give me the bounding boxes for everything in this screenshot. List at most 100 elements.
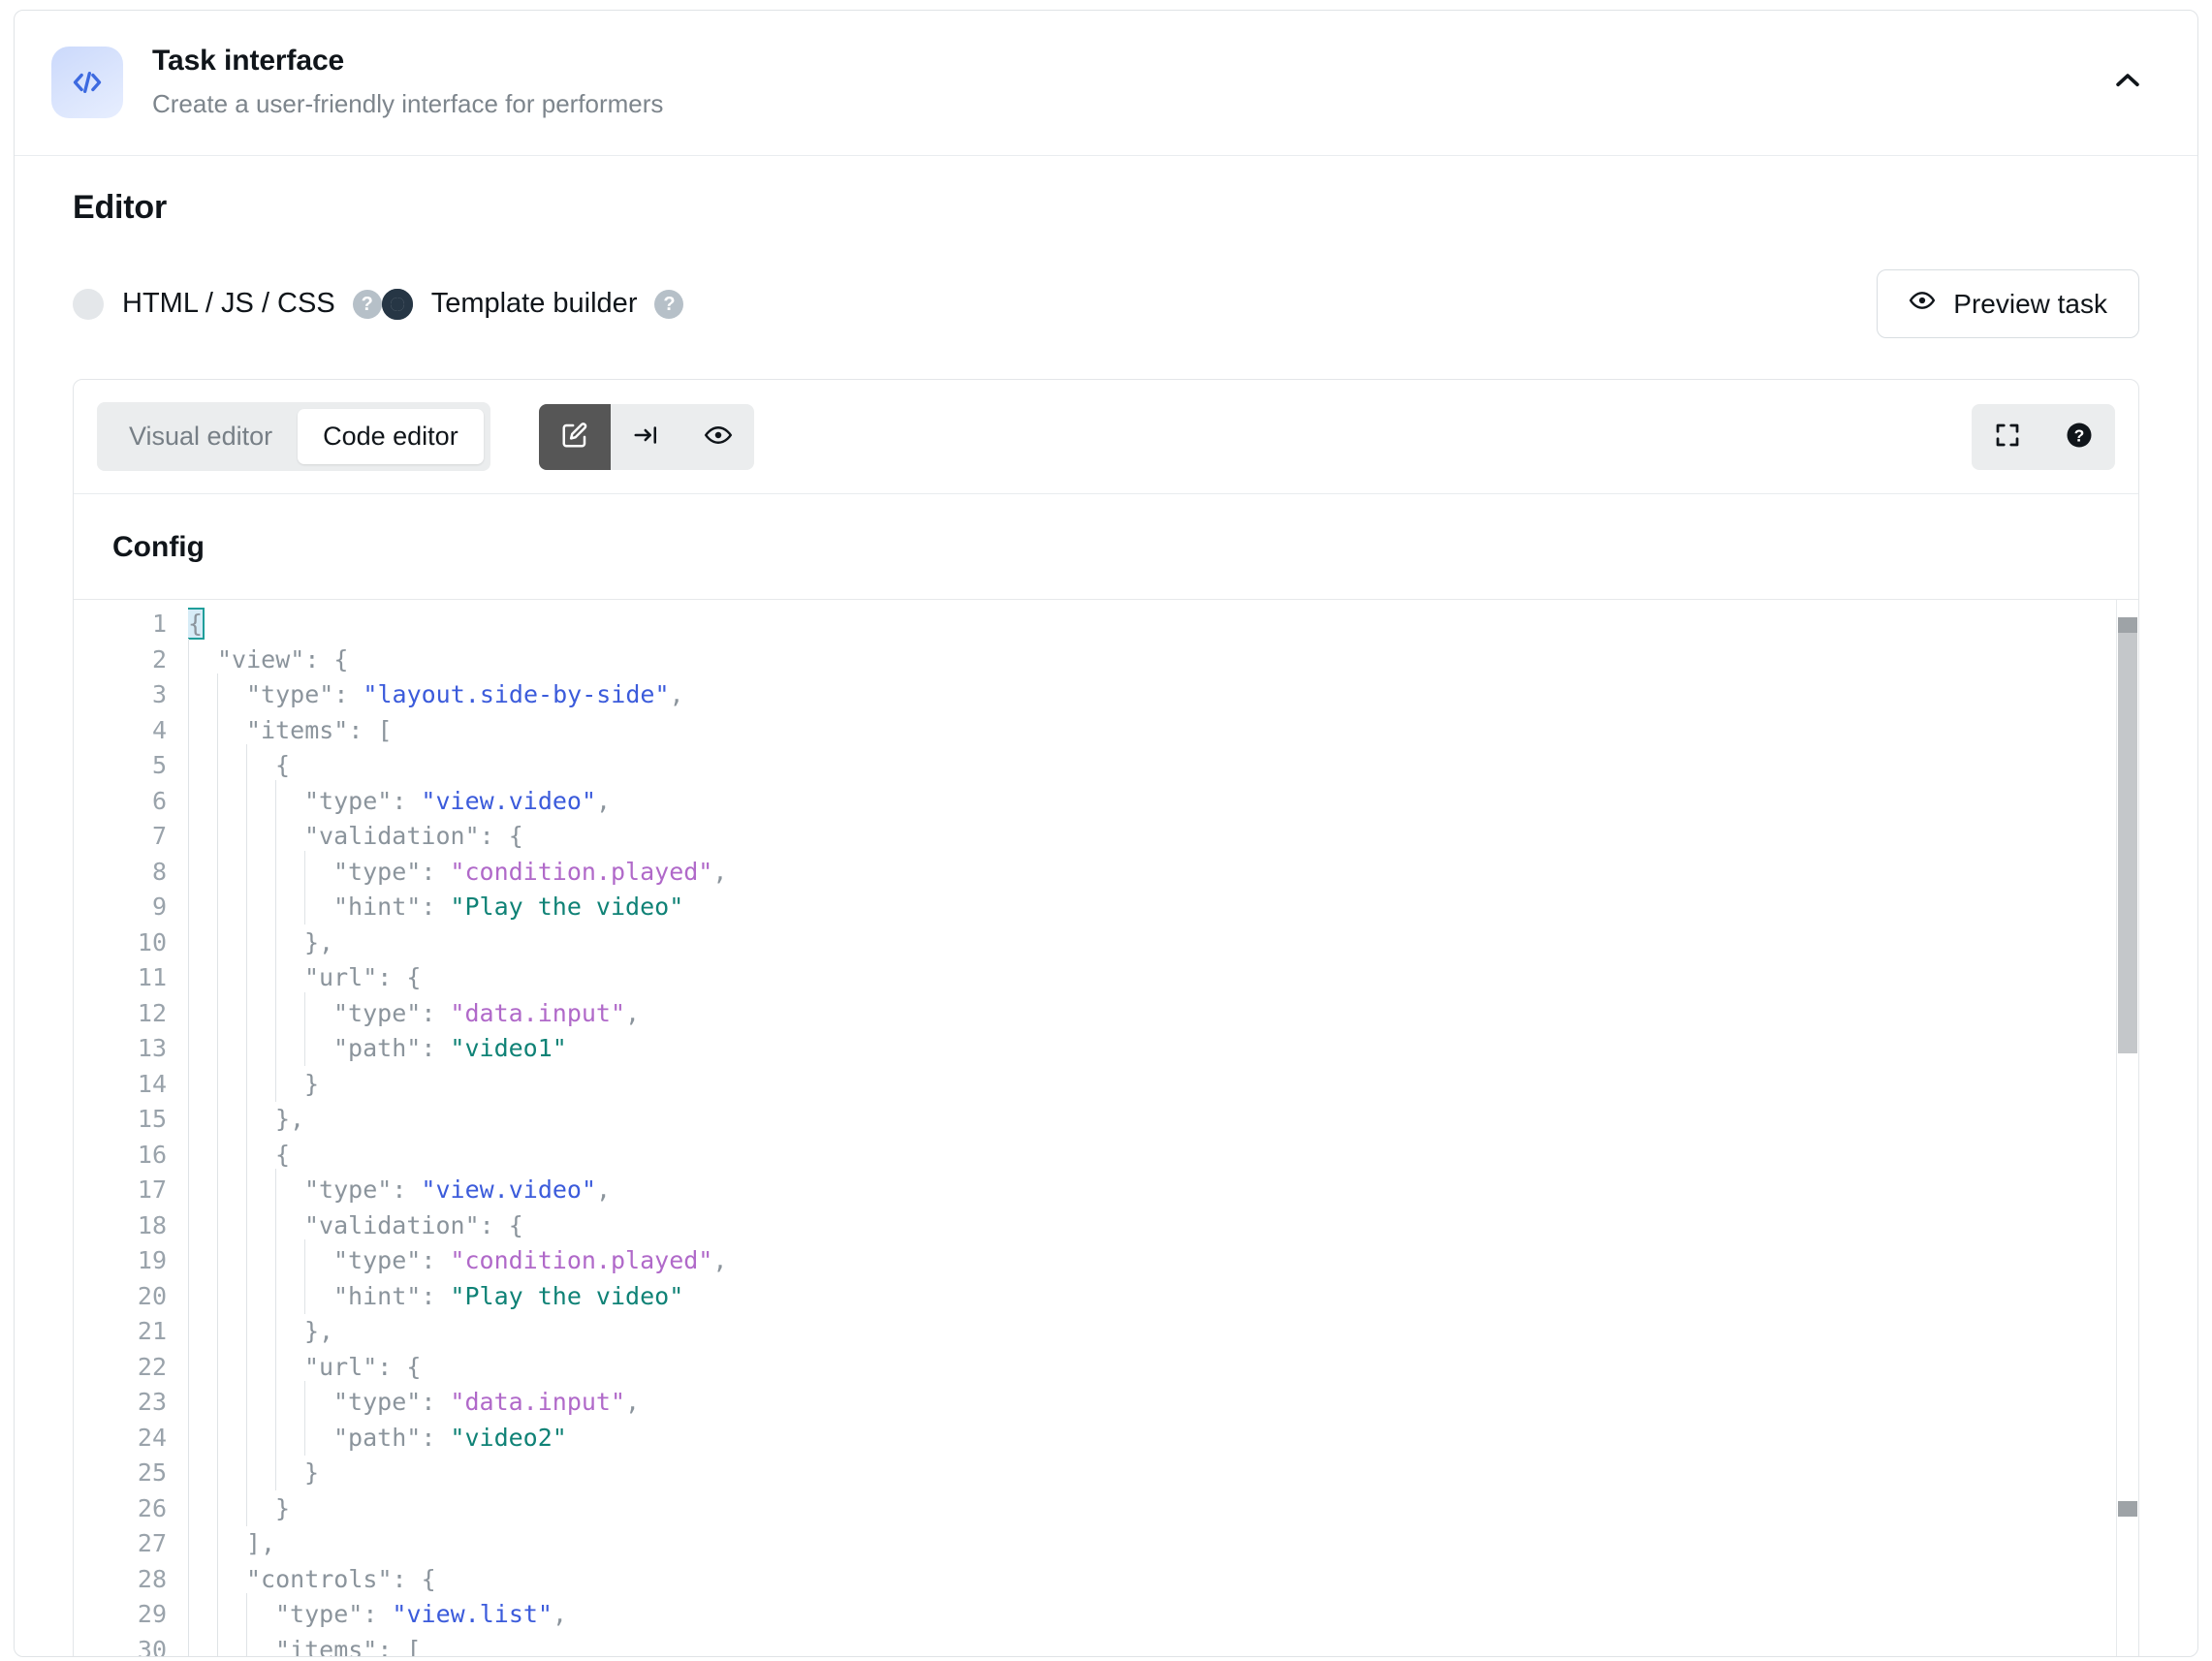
indent-guide [275, 921, 304, 961]
code-line[interactable]: { [188, 607, 2138, 642]
line-number: 28 [137, 1564, 167, 1593]
code-token: { [275, 751, 291, 779]
code-token: "layout.side-by-side" [363, 680, 670, 708]
indent-guide [217, 956, 246, 996]
code-line[interactable]: "type": "view.video", [188, 779, 2138, 820]
code-line[interactable]: }, [188, 1098, 2138, 1138]
indent-guide [275, 991, 304, 1032]
code-token: "view" [217, 644, 305, 674]
indent-guide [217, 1098, 246, 1138]
indent-guide [246, 886, 275, 925]
code-line[interactable]: "validation": { [188, 815, 2138, 855]
code-line[interactable]: "controls": { [188, 1557, 2138, 1598]
indent-guide [304, 1381, 333, 1421]
code-line[interactable]: "path": "video1" [188, 1027, 2138, 1067]
code-line[interactable]: "validation": { [188, 1204, 2138, 1244]
code-line[interactable]: ], [188, 1522, 2138, 1562]
line-number: 4 [151, 715, 167, 744]
code-content[interactable]: { "view": { "type": "layout.side-by-side… [188, 600, 2138, 1656]
code-token: , [625, 1388, 641, 1416]
code-token: : [392, 1175, 422, 1204]
indent-guide [246, 956, 275, 996]
code-token: "condition.played" [450, 857, 713, 886]
code-vertical-scrollbar[interactable] [2117, 600, 2138, 1656]
line-number: 17 [137, 1175, 167, 1204]
line-number: 26 [137, 1493, 167, 1522]
fullscreen-icon-button[interactable] [1972, 404, 2043, 470]
indent-guide [217, 1557, 246, 1598]
line-number: 13 [137, 1034, 167, 1062]
help-icon-template-builder[interactable]: ? [654, 289, 684, 319]
indent-guide [246, 779, 275, 820]
code-line[interactable]: "url": { [188, 956, 2138, 996]
code-line[interactable]: }, [188, 921, 2138, 961]
code-line[interactable]: "hint": "Play the video" [188, 886, 2138, 925]
indent-icon-button[interactable] [611, 404, 682, 470]
indent-guide [246, 1062, 275, 1103]
indent-guide [275, 1239, 304, 1279]
code-token: : [421, 1281, 451, 1310]
code-line[interactable]: } [188, 1487, 2138, 1527]
code-line[interactable]: "type": "condition.played", [188, 1239, 2138, 1279]
line-number: 10 [137, 927, 167, 956]
indent-guide [188, 1381, 217, 1421]
code-token: : [421, 1246, 451, 1274]
radio-template-builder[interactable] [381, 288, 413, 320]
code-line[interactable]: "items": [ [188, 708, 2138, 749]
code-line[interactable]: } [188, 1062, 2138, 1103]
code-token: : [421, 893, 451, 921]
code-line[interactable]: }, [188, 1310, 2138, 1350]
code-token: , [596, 1175, 612, 1204]
code-line[interactable]: "type": "view.list", [188, 1593, 2138, 1633]
preview-task-button[interactable]: Preview task [1877, 269, 2139, 338]
code-token: : [333, 680, 363, 708]
radio-html-js-css[interactable] [73, 288, 104, 320]
code-line[interactable]: "type": "data.input", [188, 991, 2138, 1032]
mode-option-template-builder[interactable]: Template builder [381, 288, 637, 320]
code-token: "validation" [304, 1210, 480, 1239]
editor-toolbar: Visual editor Code editor ? [74, 380, 2138, 494]
chevron-up-icon [2111, 64, 2144, 100]
preview-eye-icon-button[interactable] [682, 404, 754, 470]
code-line[interactable]: "url": { [188, 1345, 2138, 1386]
indent-guide [188, 638, 217, 678]
indent-guide [246, 1452, 275, 1491]
code-line[interactable]: "path": "video2" [188, 1416, 2138, 1457]
code-token: , [553, 1600, 568, 1628]
code-token: , [669, 680, 684, 708]
help-icon-button[interactable]: ? [2043, 404, 2115, 470]
indent-guide [304, 886, 333, 925]
code-token: "view.video" [421, 1175, 597, 1204]
line-number: 16 [137, 1140, 167, 1169]
indent-guide [217, 991, 246, 1032]
help-icon-html-js-css[interactable]: ? [352, 289, 382, 319]
indent-guide [275, 1169, 304, 1208]
tab-code-editor[interactable]: Code editor [298, 409, 484, 464]
code-line[interactable]: } [188, 1452, 2138, 1491]
line-number: 29 [137, 1600, 167, 1628]
indent-guide [246, 850, 275, 891]
indent-guide [217, 1416, 246, 1457]
indent-guide [275, 815, 304, 855]
indent-guide [217, 921, 246, 961]
scrollbar-thumb[interactable] [2118, 617, 2137, 1053]
code-line[interactable]: "hint": "Play the video" [188, 1274, 2138, 1315]
tab-visual-editor[interactable]: Visual editor [104, 409, 298, 464]
code-line[interactable]: "type": "view.video", [188, 1169, 2138, 1208]
mode-option-html-js-css[interactable]: HTML / JS / CSS [73, 288, 335, 320]
code-line[interactable]: "type": "condition.played", [188, 850, 2138, 891]
code-line[interactable]: "items": [ [188, 1628, 2138, 1656]
page-root: Task interface Create a user-friendly in… [0, 0, 2212, 1661]
collapse-panel-button[interactable] [2099, 53, 2157, 111]
code-line[interactable]: { [188, 744, 2138, 784]
code-line[interactable]: "type": "layout.side-by-side", [188, 674, 2138, 713]
code-line[interactable]: "type": "data.input", [188, 1381, 2138, 1421]
indent-guide [246, 1628, 275, 1656]
indent-guide [217, 1381, 246, 1421]
code-line[interactable]: { [188, 1133, 2138, 1174]
code-line[interactable]: "view": { [188, 638, 2138, 678]
indent-guide [188, 674, 217, 713]
code-token: , [712, 1246, 728, 1274]
code-editor[interactable]: 1 2 3 4 5 6 7 8 9 10 11 12 13 14 15 16 17 18 19 20 21 22 23 24 2… [74, 600, 2138, 1656]
edit-icon-button[interactable] [538, 403, 611, 470]
